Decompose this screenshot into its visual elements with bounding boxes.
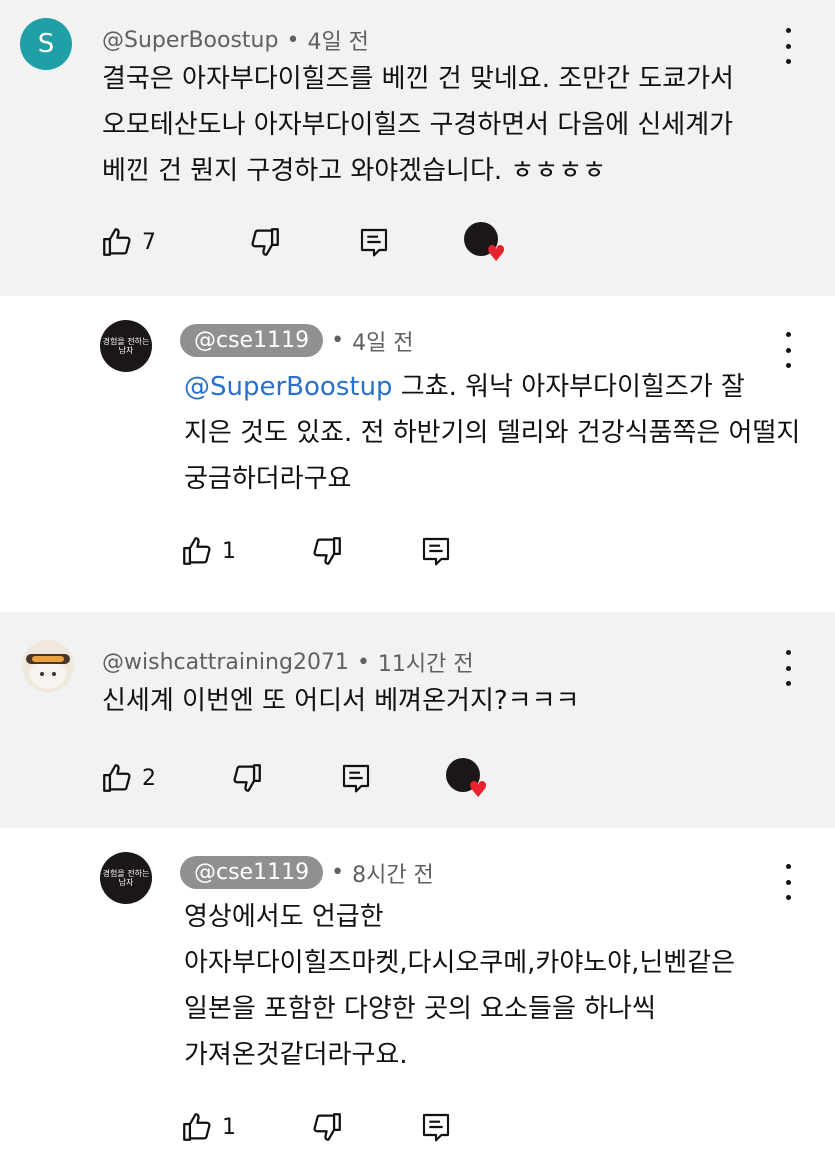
avatar-text: 경험을 전하는남자 — [102, 337, 150, 355]
timestamp: 4일 전 — [352, 330, 414, 356]
like-button[interactable]: 7 — [100, 225, 156, 259]
author-handle[interactable]: @SuperBoostup — [102, 28, 278, 53]
avatar[interactable]: 경험을 전하는남자 — [100, 320, 152, 372]
like-count: 2 — [142, 765, 156, 791]
author-handle[interactable]: @wishcattraining2071 — [102, 650, 349, 675]
thumbs-up-icon — [183, 537, 211, 565]
thumbs-up-icon — [183, 1113, 211, 1141]
dislike-button[interactable] — [310, 534, 344, 568]
heart-icon: ♥ — [486, 242, 506, 267]
comment-actions: 1 — [180, 1110, 452, 1144]
dislike-button[interactable] — [230, 761, 264, 795]
thumbs-down-icon — [233, 764, 261, 792]
comment-reply-1: 경험을 전하는남자 @cse1119 • 4일 전 @SuperBoostup … — [0, 296, 835, 612]
creator-heart: ♥ — [464, 222, 506, 266]
like-button[interactable]: 1 — [180, 534, 236, 568]
timestamp: 4일 전 — [307, 30, 369, 55]
comment-meta: @wishcattraining2071 • 11시간 전 — [102, 646, 474, 678]
thumbs-down-icon — [313, 1113, 341, 1141]
like-button[interactable]: 1 — [180, 1110, 236, 1144]
avatar[interactable]: S — [20, 18, 72, 70]
comment-meta: @cse1119 • 8시간 전 — [180, 856, 434, 889]
like-count: 7 — [142, 229, 156, 255]
comment-meta: @SuperBoostup • 4일 전 — [102, 24, 369, 56]
comment-actions: 7 ♥ — [100, 222, 506, 266]
like-count: 1 — [222, 538, 236, 564]
thumbs-down-icon — [251, 228, 279, 256]
author-handle[interactable]: @cse1119 — [180, 856, 324, 889]
comment-text: 영상에서도 언급한 아자부다이힐즈마켓,다시오쿠메,카야노야,닌벤같은 일본을 … — [184, 902, 736, 1070]
more-vert-icon[interactable] — [776, 864, 800, 900]
timestamp: 11시간 전 — [377, 652, 474, 677]
dislike-button[interactable] — [248, 225, 282, 259]
like-button[interactable]: 2 — [100, 761, 156, 795]
creator-heart-badge: ♥ — [464, 222, 506, 266]
avatar-letter: S — [37, 29, 55, 59]
comment-reply-2: 경험을 전하는남자 @cse1119 • 8시간 전 영상에서도 언급한 아자부… — [0, 828, 835, 1168]
cat-avatar-icon — [22, 640, 74, 692]
thumbs-up-icon — [103, 228, 131, 256]
reply-button[interactable] — [340, 761, 372, 795]
creator-heart-badge: ♥ — [446, 758, 488, 802]
dislike-button[interactable] — [310, 1110, 344, 1144]
more-vert-icon[interactable] — [776, 650, 800, 686]
reply-icon — [342, 764, 370, 793]
reply-icon — [422, 1113, 450, 1142]
avatar[interactable]: 경험을 전하는남자 — [100, 852, 152, 904]
reply-icon — [360, 228, 388, 257]
heart-icon: ♥ — [468, 778, 488, 803]
more-vert-icon[interactable] — [776, 28, 800, 64]
comment-thread-2: @wishcattraining2071 • 11시간 전 신세계 이번엔 또 … — [0, 612, 835, 828]
thumbs-up-icon — [103, 764, 131, 792]
avatar-text: 경험을 전하는남자 — [102, 869, 150, 887]
avatar[interactable] — [22, 640, 74, 692]
creator-heart: ♥ — [446, 758, 488, 802]
more-vert-icon[interactable] — [776, 332, 800, 368]
reply-icon — [422, 537, 450, 566]
reply-button[interactable] — [358, 225, 390, 259]
comment-thread-1: S @SuperBoostup • 4일 전 결국은 아자부다이힐즈를 베낀 건… — [0, 0, 835, 296]
author-handle[interactable]: @cse1119 — [180, 324, 324, 357]
comment-text: @SuperBoostup 그쵸. 워낙 아자부다이힐즈가 잘 지은 것도 있죠… — [184, 372, 801, 494]
timestamp: 8시간 전 — [352, 862, 434, 888]
comment-meta: @cse1119 • 4일 전 — [180, 324, 414, 357]
mention-link[interactable]: @SuperBoostup — [184, 372, 393, 402]
reply-button[interactable] — [420, 534, 452, 568]
thumbs-down-icon — [313, 537, 341, 565]
like-count: 1 — [222, 1114, 236, 1140]
reply-button[interactable] — [420, 1110, 452, 1144]
comment-actions: 2 ♥ — [100, 758, 488, 802]
comment-actions: 1 — [180, 534, 452, 568]
comment-text: 결국은 아자부다이힐즈를 베낀 건 맞네요. 조만간 도쿄가서 오모테산도나 아… — [102, 64, 734, 186]
comment-text: 신세계 이번엔 또 어디서 베껴온거지?ㅋㅋㅋ — [102, 686, 580, 716]
